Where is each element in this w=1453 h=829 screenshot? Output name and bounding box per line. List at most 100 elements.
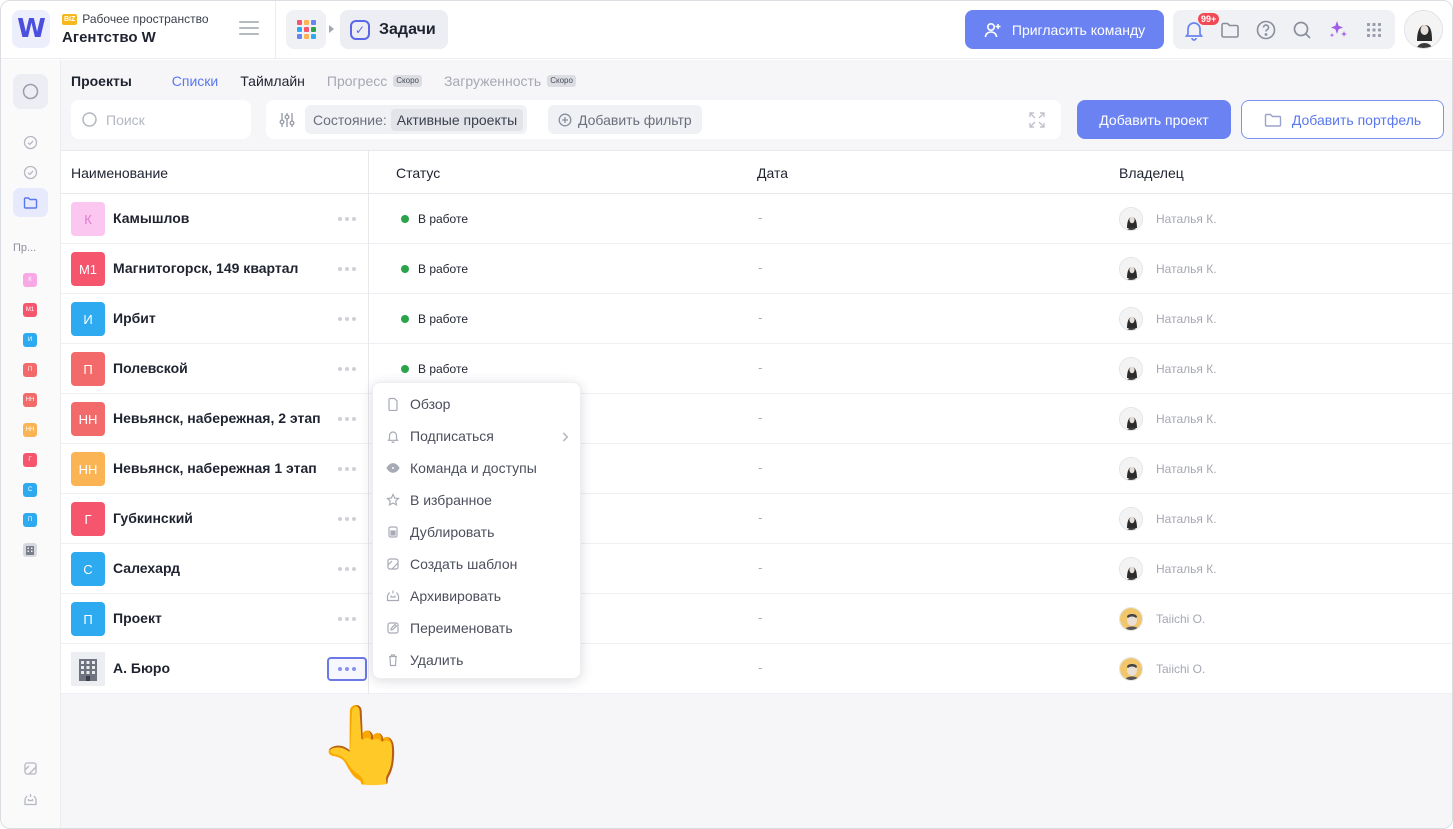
date-cell[interactable]: -: [758, 660, 762, 675]
row-more-button[interactable]: [327, 407, 367, 431]
rail-project-chip[interactable]: К: [23, 273, 37, 287]
search-icon[interactable]: [1291, 19, 1313, 41]
menu-item[interactable]: Удалить: [373, 644, 582, 676]
row-more-button[interactable]: [327, 557, 367, 581]
rail-building-icon[interactable]: [23, 543, 37, 557]
menu-item[interactable]: Команда и доступы: [373, 452, 582, 484]
project-name[interactable]: Салехард: [113, 560, 180, 576]
date-cell[interactable]: -: [758, 460, 762, 475]
workspace-switcher[interactable]: BIZ Рабочее пространство Агентство W: [62, 12, 209, 46]
table-row[interactable]: М1 Магнитогорск, 149 квартал В работе - Ната…: [61, 244, 1452, 294]
header-name[interactable]: Наименование: [71, 165, 168, 181]
table-row[interactable]: И Ирбит В работе - Наталья К.: [61, 294, 1452, 344]
check-circle-icon[interactable]: [23, 135, 38, 150]
date-cell[interactable]: -: [758, 260, 762, 275]
rail-project-chip[interactable]: П: [23, 513, 37, 527]
rail-project-chip[interactable]: Г: [23, 453, 37, 467]
owner-cell[interactable]: Taiichi O.: [1119, 607, 1205, 631]
date-cell[interactable]: -: [758, 410, 762, 425]
owner-cell[interactable]: Taiichi O.: [1119, 657, 1205, 681]
header-owner[interactable]: Владелец: [1119, 165, 1184, 181]
owner-cell[interactable]: Наталья К.: [1119, 557, 1217, 581]
invite-team-button[interactable]: Пригласить команду: [965, 10, 1164, 49]
owner-cell[interactable]: Наталья К.: [1119, 207, 1217, 231]
state-filter-chip[interactable]: Состояние: Активные проекты: [305, 105, 528, 134]
project-name[interactable]: Камышлов: [113, 210, 189, 226]
owner-cell[interactable]: Наталья К.: [1119, 307, 1217, 331]
app-logo[interactable]: W: [12, 10, 50, 48]
grid-dots-icon[interactable]: [1363, 19, 1385, 41]
rail-projects-button[interactable]: [13, 188, 48, 217]
table-row[interactable]: НН Невьянск, набережная 1 этап - Наталья К.: [61, 444, 1452, 494]
rail-project-chip[interactable]: НН: [23, 423, 37, 437]
menu-icon[interactable]: [239, 21, 259, 37]
status-cell[interactable]: В работе: [401, 362, 468, 376]
rail-project-chip[interactable]: М1: [23, 303, 37, 317]
menu-item[interactable]: Создать шаблон: [373, 548, 582, 580]
owner-cell[interactable]: Наталья К.: [1119, 407, 1217, 431]
row-more-button[interactable]: [327, 207, 367, 231]
menu-item[interactable]: Обзор: [373, 388, 582, 420]
table-row[interactable]: К Камышлов В работе - Наталья К.: [61, 194, 1452, 244]
row-more-button[interactable]: [327, 657, 367, 681]
row-more-button[interactable]: [327, 307, 367, 331]
date-cell[interactable]: -: [758, 310, 762, 325]
owner-cell[interactable]: Наталья К.: [1119, 457, 1217, 481]
table-row[interactable]: П Проект - Taiichi O.: [61, 594, 1452, 644]
status-cell[interactable]: В работе: [401, 312, 468, 326]
add-portfolio-button[interactable]: Добавить портфель: [1241, 100, 1444, 139]
project-name[interactable]: А. Бюро: [113, 660, 170, 676]
check-circle-icon[interactable]: [23, 165, 38, 180]
project-name[interactable]: Магнитогорск, 149 квартал: [113, 260, 298, 276]
expand-icon[interactable]: [1028, 111, 1046, 129]
rail-project-chip[interactable]: НН: [23, 393, 37, 407]
add-project-button[interactable]: Добавить проект: [1077, 100, 1231, 139]
date-cell[interactable]: -: [758, 210, 762, 225]
tab-lists[interactable]: Списки: [172, 73, 218, 89]
user-avatar[interactable]: [1404, 10, 1443, 49]
menu-item[interactable]: Подписаться: [373, 420, 582, 452]
status-cell[interactable]: В работе: [401, 212, 468, 226]
project-name[interactable]: Губкинский: [113, 510, 193, 526]
menu-item[interactable]: Переименовать: [373, 612, 582, 644]
rail-search-button[interactable]: [13, 74, 48, 109]
filter-sliders-icon[interactable]: [278, 111, 296, 129]
row-more-button[interactable]: [327, 607, 367, 631]
owner-cell[interactable]: Наталья К.: [1119, 257, 1217, 281]
table-row[interactable]: НН Невьянск, набережная, 2 этап - Наталья К…: [61, 394, 1452, 444]
add-filter-button[interactable]: Добавить фильтр: [548, 105, 702, 134]
archive-icon[interactable]: [23, 792, 38, 807]
menu-item[interactable]: Дублировать: [373, 516, 582, 548]
template-icon[interactable]: [23, 761, 38, 776]
row-more-button[interactable]: [327, 257, 367, 281]
project-name[interactable]: Ирбит: [113, 310, 156, 326]
tab-timeline[interactable]: Таймлайн: [240, 73, 305, 89]
table-row[interactable]: С Салехард - Наталья К.: [61, 544, 1452, 594]
date-cell[interactable]: -: [758, 510, 762, 525]
project-name[interactable]: Проект: [113, 610, 162, 626]
date-cell[interactable]: -: [758, 610, 762, 625]
rail-project-chip[interactable]: П: [23, 363, 37, 377]
date-cell[interactable]: -: [758, 360, 762, 375]
header-date[interactable]: Дата: [757, 165, 788, 181]
sparkle-ai-icon[interactable]: [1327, 19, 1349, 41]
table-row[interactable]: А. Бюро - Taiichi O.: [61, 644, 1452, 694]
table-row[interactable]: Г Губкинский - Наталья К.: [61, 494, 1452, 544]
folder-icon[interactable]: [1219, 19, 1241, 41]
menu-item[interactable]: В избранное: [373, 484, 582, 516]
project-name[interactable]: Невьянск, набережная 1 этап: [113, 460, 317, 476]
header-status[interactable]: Статус: [396, 165, 440, 181]
search-input[interactable]: [106, 111, 236, 128]
project-name[interactable]: Полевской: [113, 360, 188, 376]
apps-grid-icon[interactable]: [286, 10, 326, 49]
owner-cell[interactable]: Наталья К.: [1119, 357, 1217, 381]
rail-project-chip[interactable]: И: [23, 333, 37, 347]
section-tasks[interactable]: ✓ Задачи: [340, 10, 448, 49]
date-cell[interactable]: -: [758, 560, 762, 575]
help-icon[interactable]: [1255, 19, 1277, 41]
row-more-button[interactable]: [327, 457, 367, 481]
status-cell[interactable]: В работе: [401, 262, 468, 276]
row-more-button[interactable]: [327, 357, 367, 381]
table-row[interactable]: П Полевской В работе - Наталья К.: [61, 344, 1452, 394]
owner-cell[interactable]: Наталья К.: [1119, 507, 1217, 531]
